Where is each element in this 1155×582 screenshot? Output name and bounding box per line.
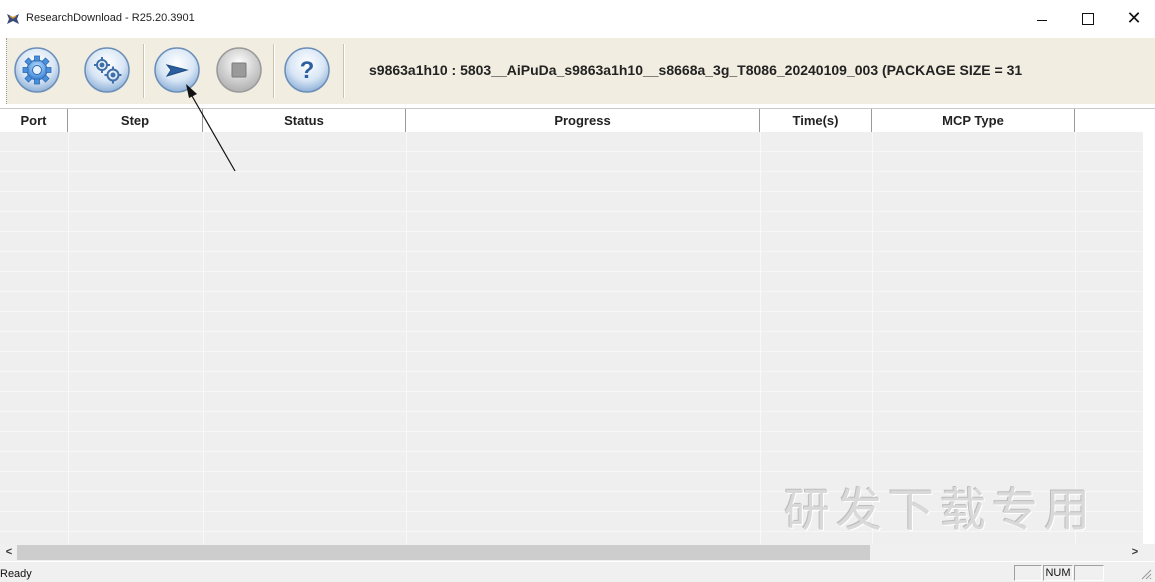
- stop-download-button[interactable]: [215, 46, 263, 94]
- num-lock-indicator: NUM: [1043, 565, 1073, 581]
- status-text: Ready: [0, 568, 32, 580]
- table-header: Port Step Status Progress Time(s) MCP Ty…: [0, 108, 1155, 133]
- load-packet-button[interactable]: [83, 46, 131, 94]
- status-bar: Ready NUM: [0, 562, 1155, 582]
- column-header-status[interactable]: Status: [203, 109, 406, 132]
- title-bar: ResearchDownload - R25.20.3901 ✕: [0, 0, 1155, 38]
- scrollbar-thumb[interactable]: [17, 545, 870, 560]
- minimize-button[interactable]: [1019, 0, 1065, 38]
- status-indicator-3: [1074, 565, 1104, 581]
- status-indicator-1: [1014, 565, 1042, 581]
- column-header-time[interactable]: Time(s): [760, 109, 872, 132]
- column-header-port[interactable]: Port: [0, 109, 68, 132]
- stop-square-icon: [231, 62, 247, 78]
- close-button[interactable]: ✕: [1111, 0, 1155, 38]
- column-header-extra[interactable]: [1075, 109, 1143, 132]
- toolbar: ? s9863a1h10 : 5803__AiPuDa_s9863a1h10__…: [6, 38, 1155, 104]
- window-title: ResearchDownload - R25.20.3901: [26, 12, 195, 24]
- question-mark-icon: ?: [300, 57, 315, 84]
- app-icon: [7, 14, 19, 24]
- scroll-right-button[interactable]: >: [1127, 544, 1143, 561]
- resize-grip-icon[interactable]: [1138, 566, 1152, 580]
- watermark-text: 研发下载专用: [784, 483, 1096, 537]
- help-button[interactable]: ?: [283, 46, 331, 94]
- gear-icon: [22, 55, 52, 85]
- minimize-icon: [1037, 19, 1047, 21]
- scroll-left-button[interactable]: <: [2, 544, 16, 561]
- settings-gear-button[interactable]: [13, 46, 61, 94]
- column-header-progress[interactable]: Progress: [406, 109, 760, 132]
- close-icon: ✕: [1126, 8, 1142, 29]
- horizontal-scrollbar[interactable]: < >: [0, 544, 1143, 561]
- package-info-label: s9863a1h10 : 5803__AiPuDa_s9863a1h10__s8…: [369, 62, 1023, 78]
- maximize-button[interactable]: [1065, 0, 1111, 38]
- start-download-button[interactable]: [153, 46, 201, 94]
- column-header-mcp-type[interactable]: MCP Type: [872, 109, 1075, 132]
- column-header-step[interactable]: Step: [68, 109, 203, 132]
- maximize-icon: [1082, 13, 1094, 25]
